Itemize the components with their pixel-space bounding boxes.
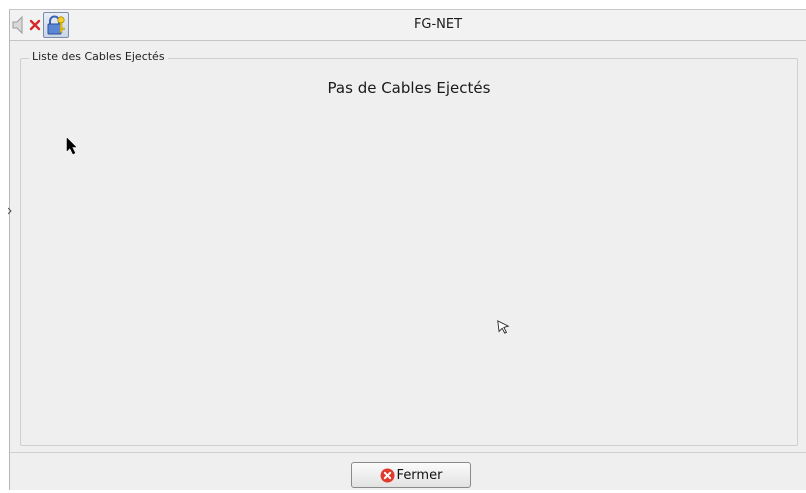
window-title: FG-NET bbox=[413, 17, 463, 32]
close-button[interactable]: Fermer bbox=[351, 462, 471, 488]
lock-button[interactable] bbox=[43, 12, 69, 38]
speaker-icon[interactable] bbox=[11, 14, 29, 36]
panel-legend: Liste des Cables Ejectés bbox=[29, 50, 168, 63]
close-button-label: Fermer bbox=[396, 467, 443, 483]
empty-message: Pas de Cables Ejectés bbox=[327, 79, 491, 97]
app-window: FG-NET Liste des Cables Ejectés Pas de C… bbox=[8, 9, 806, 493]
arrow-cursor-icon bbox=[66, 137, 77, 155]
lock-key-icon bbox=[47, 15, 65, 35]
error-x-icon bbox=[380, 468, 395, 482]
button-bar: Fermer bbox=[10, 452, 806, 493]
pointer-cursor-icon bbox=[497, 320, 510, 334]
title-bar: FG-NET bbox=[10, 10, 806, 41]
titlebar-icons bbox=[10, 11, 69, 39]
resize-mark bbox=[8, 207, 12, 215]
mute-x-icon bbox=[29, 19, 41, 31]
ejected-cables-panel: Liste des Cables Ejectés Pas de Cables E… bbox=[20, 50, 798, 446]
